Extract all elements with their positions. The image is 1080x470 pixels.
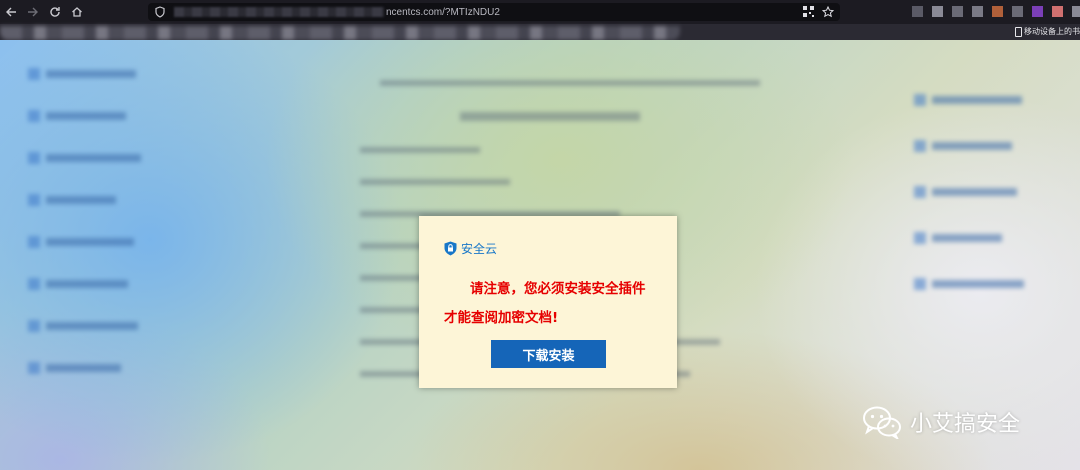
warning-message-line2: 才能查阅加密文档! [444,310,559,326]
lock-shield-icon [444,241,457,256]
download-install-button[interactable]: 下载安装 [491,340,606,368]
bookmarks-bar: 移动设备上的书 [0,24,1080,40]
bookmark-star-icon[interactable] [822,6,834,18]
mobile-device-icon [1015,26,1022,37]
extension-icon[interactable] [1032,6,1043,17]
extension-icon[interactable] [932,6,943,17]
arrow-right-icon [28,7,38,17]
plugin-install-dialog: 安全云 请注意，您必须安装安全插件 才能查阅加密文档! 下载安装 [419,216,677,388]
watermark: 小艾搞安全 [862,405,1020,439]
extension-icon[interactable] [1012,6,1023,17]
shield-icon [155,6,165,18]
home-icon [72,7,82,17]
extension-icon[interactable] [952,6,963,17]
extension-icon[interactable] [1052,6,1063,17]
arrow-left-icon [6,7,16,17]
browser-toolbar: ncentcs.com/?MTIzNDU2 [0,0,1080,24]
forward-button[interactable] [22,1,44,23]
brand: 安全云 [444,240,497,257]
extension-icon[interactable] [972,6,983,17]
reload-button[interactable] [44,1,66,23]
extension-icon[interactable] [992,6,1003,17]
bookmarks-redacted [0,26,680,40]
reload-icon [50,7,60,17]
wechat-icon [863,406,901,439]
watermark-text: 小艾搞安全 [910,412,1021,437]
extension-icon[interactable] [1072,6,1080,17]
brand-name: 安全云 [461,242,498,256]
home-button[interactable] [66,1,88,23]
extension-icons [912,6,1080,17]
qr-code-icon[interactable] [803,6,814,17]
address-bar[interactable]: ncentcs.com/?MTIzNDU2 [148,3,840,21]
url-text: ncentcs.com/?MTIzNDU2 [386,6,500,18]
ghost-list-right [914,94,1024,290]
mobile-bookmarks-label: 移动设备上的书 [1024,27,1080,36]
warning-message-line1: 请注意，您必须安装安全插件 [470,281,646,297]
ghost-list-left [28,68,141,374]
back-button[interactable] [0,1,22,23]
extension-icon[interactable] [912,6,923,17]
url-redacted [174,7,384,17]
mobile-bookmarks[interactable]: 移动设备上的书 [1015,26,1080,37]
